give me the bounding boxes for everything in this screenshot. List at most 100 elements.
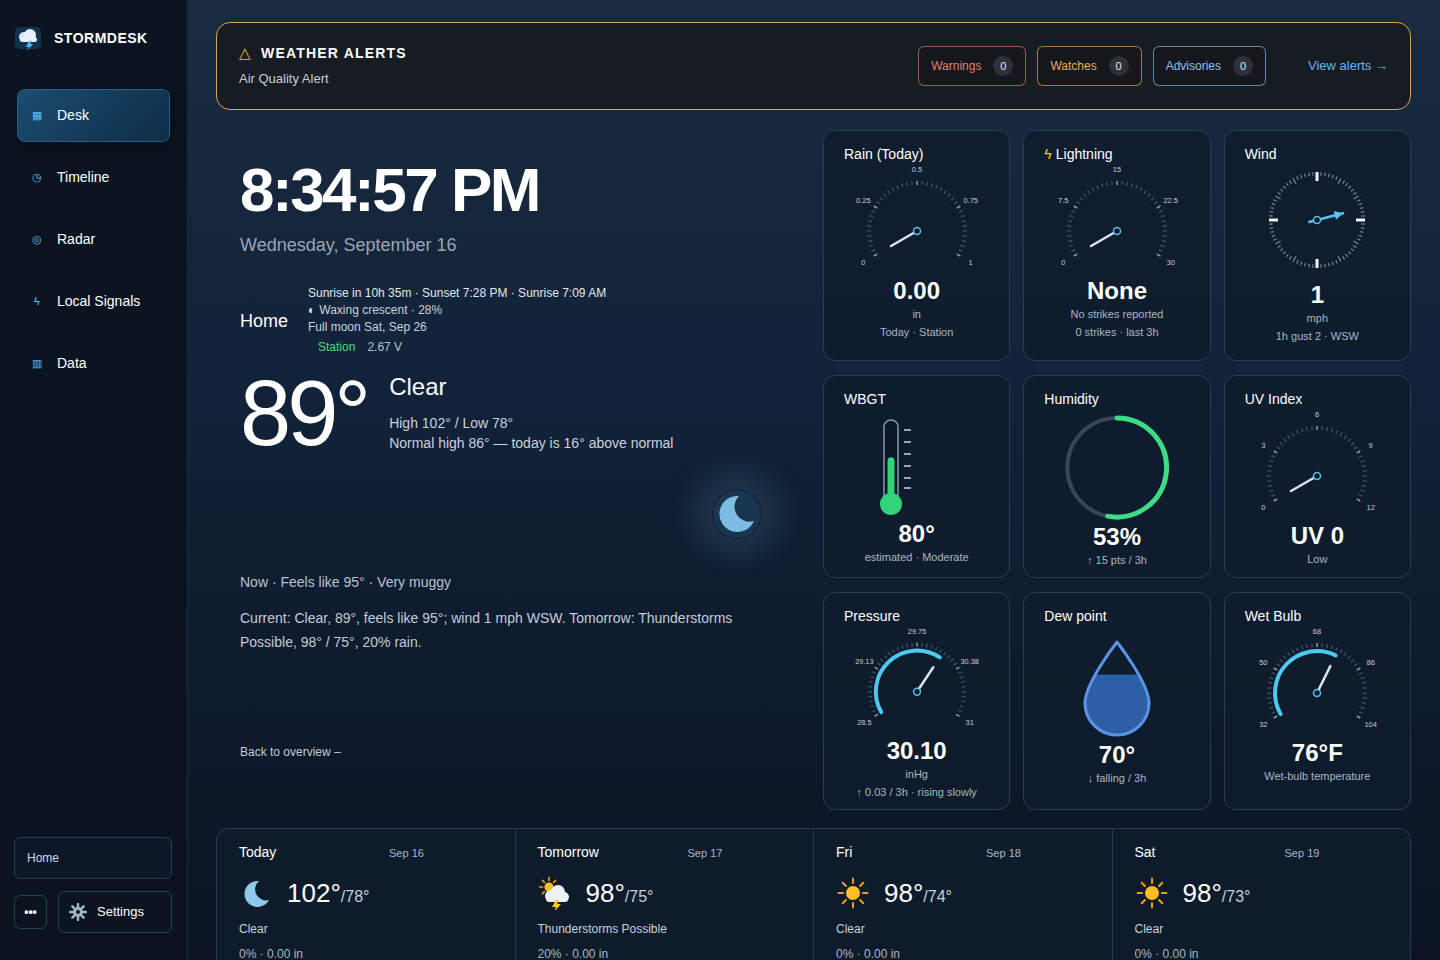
dew-drop xyxy=(1077,639,1157,739)
compass-tick xyxy=(1276,196,1281,199)
feels-like: Now · Feels like 95° · Very muggy xyxy=(240,572,810,592)
forecast-low: /73° xyxy=(1222,885,1251,909)
tick-mark xyxy=(962,235,966,237)
tile-title: Humidity xyxy=(1044,390,1189,408)
forecast-day[interactable]: TomorrowSep 1798°/75°Thunderstorms Possi… xyxy=(516,829,815,960)
compass-tick xyxy=(1308,264,1310,267)
compass-tick xyxy=(1297,176,1298,179)
gear-icon xyxy=(69,903,87,921)
tick-mark xyxy=(868,691,872,692)
tick-mark xyxy=(916,181,918,185)
shape xyxy=(26,41,33,51)
tick-mark xyxy=(872,672,876,674)
tick-mark xyxy=(871,211,875,213)
forecast-day[interactable]: TodaySep 16102°/78°Clear0% · 0.00 in xyxy=(217,829,516,960)
nav-icon: ◎ xyxy=(31,231,43,248)
tick-mark xyxy=(1159,250,1163,252)
tick-mark xyxy=(1311,426,1313,430)
shape xyxy=(846,886,860,900)
gauge-dial: 28.529.1329.7530.3831 xyxy=(847,627,987,729)
weather-tile: Dew point70°↓ falling / 3h xyxy=(1023,592,1210,810)
tick-mark xyxy=(896,185,898,189)
tile-detail: ↑ 15 pts / 3h xyxy=(1087,551,1147,569)
tick-mark xyxy=(1284,656,1287,659)
tick-label: 32 xyxy=(1259,720,1267,729)
alert-count-pill[interactable]: Advisories 0 xyxy=(1153,46,1266,86)
current-condition: Clear xyxy=(389,372,673,402)
location-select[interactable]: Home xyxy=(14,837,172,879)
compass-tick xyxy=(1274,239,1277,240)
sidebar-item[interactable]: ◎ Radar xyxy=(17,213,170,266)
tick-mark xyxy=(1288,436,1290,439)
forecast-date: Sep 18 xyxy=(986,844,1021,862)
weather-tile: Humidity53%↑ 15 pts / 3h xyxy=(1023,375,1210,578)
shape xyxy=(548,878,550,881)
tick-mark xyxy=(1270,490,1274,491)
forecast-day[interactable]: FriSep 1898°/74°Clear0% · 0.00 in xyxy=(814,829,1113,960)
alert-count-badge: 0 xyxy=(1233,56,1253,76)
alert-count-pill[interactable]: Watches0 xyxy=(1037,46,1141,86)
alert-count-pill[interactable]: Warnings0 xyxy=(918,46,1026,86)
tick-label: 68 xyxy=(1313,627,1321,636)
compass-tick xyxy=(1328,263,1330,266)
tile-title: UV Index xyxy=(1245,390,1390,408)
gauge-hub xyxy=(913,688,920,695)
tick-mark xyxy=(872,710,876,712)
sidebar-item[interactable]: ▥Data xyxy=(17,337,170,390)
compass-tick xyxy=(1333,262,1334,265)
nav-label: Desk xyxy=(57,105,89,126)
thermometer-tick xyxy=(904,441,911,443)
tile-value: 80° xyxy=(899,520,935,548)
tick-mark xyxy=(901,183,902,187)
moon-icon xyxy=(712,489,762,539)
tick-mark xyxy=(1361,461,1365,462)
tick-mark xyxy=(1162,240,1166,242)
tick-mark xyxy=(962,220,966,222)
compass-tick xyxy=(1361,211,1364,213)
tick-label: 29.13 xyxy=(855,657,873,666)
gauge-hub xyxy=(913,228,920,235)
tick-mark xyxy=(962,696,966,698)
tick-mark xyxy=(1163,225,1167,227)
shape xyxy=(852,903,854,908)
nav-label: Radar xyxy=(57,229,95,250)
tick-mark xyxy=(869,681,873,683)
tick-mark xyxy=(1302,645,1303,649)
compass-tick xyxy=(1308,173,1310,176)
view-alerts-link[interactable]: View alerts → xyxy=(1308,56,1388,76)
tile-title-text: Dew point xyxy=(1044,607,1106,625)
weather-tile: UV Index036912UV 0Low xyxy=(1224,375,1411,578)
tick-mark xyxy=(1280,660,1283,663)
compass-tick xyxy=(1346,183,1348,186)
wind-compass xyxy=(1262,165,1372,275)
forecast-day[interactable]: SatSep 1998°/73°Clear0% · 0.00 in xyxy=(1113,829,1411,960)
settings-button[interactable]: Settings xyxy=(58,891,172,933)
tick-mark xyxy=(1144,191,1146,194)
tick-mark xyxy=(1163,230,1167,232)
sidebar: STORMDESK▦Desk◷Timeline◎RadarϟLocal Sign… xyxy=(0,0,188,960)
sidebar-item[interactable]: ϟLocal Signals xyxy=(17,275,170,328)
sidebar-item[interactable]: ◷Timeline xyxy=(17,151,170,204)
alert-count-label: Advisories xyxy=(1166,57,1221,75)
compass-tick xyxy=(1354,192,1357,194)
tick-mark xyxy=(1277,447,1280,449)
shape xyxy=(72,916,74,918)
compass-tick xyxy=(1343,256,1345,259)
shape xyxy=(1159,883,1162,886)
tick-mark xyxy=(1277,664,1280,666)
tick-mark xyxy=(1088,191,1090,194)
tick-mark xyxy=(1268,470,1272,472)
compass-tick xyxy=(1351,249,1354,251)
back-to-overview-link[interactable]: Back to overview – xyxy=(240,744,810,760)
forecast-strip: TodaySep 16102°/78°Clear0% · 0.00 inTomo… xyxy=(216,828,1411,960)
sidebar-item[interactable]: ▦Desk xyxy=(17,89,170,142)
tick-label: 6 xyxy=(1315,410,1319,419)
tick-mark xyxy=(1292,650,1294,653)
tick-mark xyxy=(1363,687,1367,689)
tick-mark xyxy=(1348,439,1351,442)
tick-mark xyxy=(1136,185,1138,189)
compass-tick xyxy=(1360,231,1363,233)
tick-label: 0 xyxy=(861,258,865,267)
more-button[interactable]: ••• xyxy=(14,895,47,929)
tick-mark xyxy=(1071,211,1075,213)
